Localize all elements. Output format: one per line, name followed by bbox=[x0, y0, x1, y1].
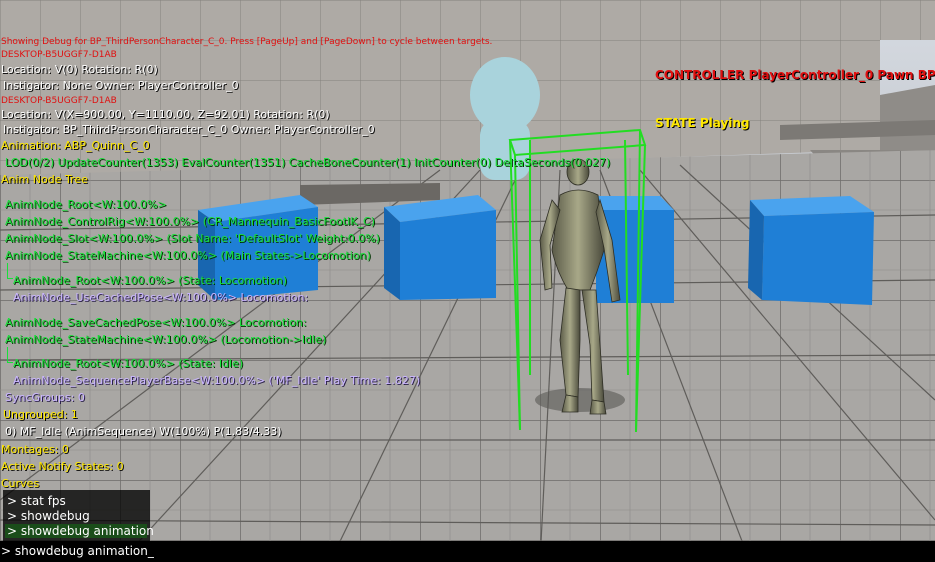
console-history: > stat fps > showdebug > showdebug anima… bbox=[3, 490, 154, 542]
anim-node-tree-title: Anim Node Tree bbox=[1, 173, 88, 186]
curves-title: Curves bbox=[1, 477, 40, 490]
debug-target-line: Showing Debug for BP_ThirdPersonCharacte… bbox=[1, 37, 493, 47]
anim-node: AnimNode_Slot<W:100.0%> (Slot Name: 'Def… bbox=[5, 232, 380, 245]
instigator-line: Instigator: None Owner: PlayerController… bbox=[3, 79, 239, 92]
controller-panel: CONTROLLER PlayerController_0 Pawn BP_Th… bbox=[655, 35, 935, 147]
instigator-line: Instigator: BP_ThirdPersonCharacter_C_0 … bbox=[3, 123, 375, 136]
console-history-item[interactable]: > showdebug bbox=[7, 509, 90, 523]
anim-node: AnimNode_Root<W:100.0%> (State: Idle) bbox=[13, 357, 244, 370]
anim-node: AnimNode_StateMachine<W:100.0%> (Main St… bbox=[5, 249, 371, 262]
sync-groups: SyncGroups: 0 bbox=[5, 391, 85, 404]
location-line: Location: V(X=900.00, Y=1110.00, Z=92.01… bbox=[1, 108, 330, 121]
console-history-item-selected[interactable]: > showdebug animation bbox=[5, 524, 154, 538]
anim-node: AnimNode_SequencePlayerBase<W:100.0%> ('… bbox=[13, 374, 421, 387]
montages: Montages: 0 bbox=[1, 443, 69, 456]
location-line: Location: V(0) Rotation: R(0) bbox=[1, 63, 158, 76]
machine-name: DESKTOP-B5UGGF7-D1AB bbox=[1, 50, 117, 60]
console-history-item[interactable]: > stat fps bbox=[7, 494, 66, 508]
anim-node: AnimNode_StateMachine<W:100.0%> (Locomot… bbox=[5, 333, 327, 346]
lod-line: LOD(0/2) UpdateCounter(1353) EvalCounter… bbox=[5, 156, 611, 169]
console-bar[interactable]: > showdebug animation_ bbox=[0, 541, 935, 562]
sequence-line: 0) MF_Idle (AnimSequence) W(100%) P(1.83… bbox=[5, 425, 282, 438]
blue-cube-4 bbox=[748, 196, 874, 305]
anim-node: AnimNode_SaveCachedPose<W:100.0%> Locomo… bbox=[5, 316, 307, 329]
active-notify-states: Active Notify States: 0 bbox=[1, 460, 124, 473]
anim-title: Animation: ABP_Quinn_C_0 bbox=[1, 139, 150, 152]
ungrouped: Ungrouped: 1 bbox=[3, 408, 78, 421]
character-shadow bbox=[535, 388, 625, 412]
anim-node: AnimNode_Root<W:100.0%> bbox=[5, 198, 167, 211]
console-input[interactable]: > showdebug animation_ bbox=[1, 544, 154, 558]
anim-node: AnimNode_ControlRig<W:100.0%> (CR_Manneq… bbox=[5, 215, 376, 228]
controller-line: CONTROLLER PlayerController_0 Pawn BP_Th… bbox=[655, 68, 935, 82]
anim-node: AnimNode_Root<W:100.0%> (State: Locomoti… bbox=[13, 274, 288, 287]
machine-name: DESKTOP-B5UGGF7-D1AB bbox=[1, 96, 117, 106]
state-line: STATE Playing bbox=[655, 116, 750, 130]
blue-cube-2 bbox=[384, 195, 496, 300]
anim-node: AnimNode_UseCachedPose<W:100.0%> Locomot… bbox=[13, 291, 309, 304]
